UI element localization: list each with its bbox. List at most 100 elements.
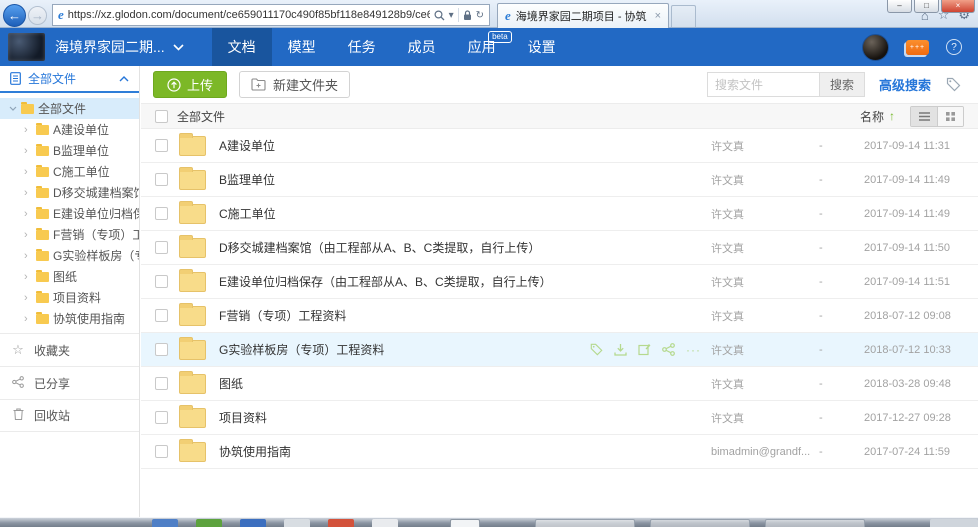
- tree-item[interactable]: › E建设单位归档保存（...: [0, 203, 139, 224]
- sort-by-name-button[interactable]: 名称: [860, 108, 884, 125]
- browser-forward-button[interactable]: →: [28, 6, 47, 25]
- file-row[interactable]: 图纸 ··· 许文真 - 2018-03-28 09: [141, 367, 978, 401]
- promo-badge-icon[interactable]: +++: [906, 40, 929, 55]
- tree-item[interactable]: › 图纸: [0, 266, 139, 287]
- chevron-right-icon[interactable]: ›: [24, 250, 32, 262]
- project-thumbnail[interactable]: [8, 33, 45, 61]
- file-name[interactable]: E建设单位归档保存（由工程部从A、B、C类提取，自行上传）: [219, 273, 711, 290]
- tree-item[interactable]: › 项目资料: [0, 287, 139, 308]
- search-input[interactable]: [707, 72, 820, 97]
- new-tab-button[interactable]: [671, 5, 696, 27]
- file-name[interactable]: 协筑使用指南: [219, 443, 711, 460]
- address-bar[interactable]: e https://xz.glodon.com/document/ce65901…: [52, 4, 490, 26]
- search-button[interactable]: 搜索: [820, 72, 865, 97]
- rename-icon[interactable]: [638, 343, 651, 356]
- file-row[interactable]: A建设单位 ··· 许文真 - 2017-09-14: [141, 129, 978, 163]
- file-row[interactable]: B监理单位 ··· 许文真 - 2017-09-14: [141, 163, 978, 197]
- taskbar-app-icon[interactable]: [240, 519, 266, 527]
- row-checkbox[interactable]: [155, 207, 168, 220]
- chevron-right-icon[interactable]: ›: [24, 208, 32, 220]
- folder-icon[interactable]: [179, 340, 206, 360]
- file-name[interactable]: B监理单位: [219, 171, 711, 188]
- nav-item-成员[interactable]: 成员: [392, 28, 452, 66]
- tree-item[interactable]: › F营销（专项）工程资料: [0, 224, 139, 245]
- chevron-right-icon[interactable]: ›: [24, 271, 32, 283]
- download-icon[interactable]: [614, 343, 627, 356]
- folder-icon[interactable]: [179, 272, 206, 292]
- row-checkbox[interactable]: [155, 445, 168, 458]
- search-dropdown-icon[interactable]: ▾: [449, 10, 454, 21]
- chevron-down-icon[interactable]: [9, 106, 17, 112]
- folder-icon[interactable]: [179, 204, 206, 224]
- file-name[interactable]: A建设单位: [219, 137, 711, 154]
- taskbar-app-icon[interactable]: [372, 519, 398, 527]
- tree-item[interactable]: › 协筑使用指南: [0, 308, 139, 329]
- project-switcher[interactable]: 海境界家园二期...: [55, 37, 184, 57]
- taskbar-app-icon[interactable]: [284, 519, 310, 527]
- folder-icon[interactable]: [179, 170, 206, 190]
- restore-button[interactable]: □: [914, 0, 939, 13]
- upload-button[interactable]: 上传: [153, 71, 227, 98]
- list-view-button[interactable]: [911, 107, 937, 126]
- taskbar-window-button[interactable]: [535, 519, 635, 527]
- file-row[interactable]: G实验样板房（专项）工程资料 ··· 许文真 - 2: [141, 333, 978, 367]
- minimize-button[interactable]: –: [887, 0, 912, 13]
- search-icon[interactable]: [434, 10, 445, 21]
- chevron-right-icon[interactable]: ›: [24, 313, 32, 325]
- select-all-checkbox[interactable]: [155, 110, 168, 123]
- file-name[interactable]: F营销（专项）工程资料: [219, 307, 711, 324]
- sidebar-item-favorites[interactable]: ☆ 收藏夹: [0, 333, 139, 366]
- row-checkbox[interactable]: [155, 411, 168, 424]
- nav-item-模型[interactable]: 模型: [272, 28, 332, 66]
- row-checkbox[interactable]: [155, 275, 168, 288]
- chevron-up-icon[interactable]: [119, 76, 129, 82]
- sidebar-section-all-files[interactable]: 全部文件: [0, 66, 139, 93]
- file-name[interactable]: C施工单位: [219, 205, 711, 222]
- folder-icon[interactable]: [179, 408, 206, 428]
- folder-icon[interactable]: [179, 136, 206, 156]
- file-row[interactable]: D移交城建档案馆（由工程部从A、B、C类提取，自行上传） ··· 许: [141, 231, 978, 265]
- chevron-right-icon[interactable]: ›: [24, 292, 32, 304]
- row-checkbox[interactable]: [155, 139, 168, 152]
- grid-view-button[interactable]: [937, 107, 963, 126]
- browser-back-button[interactable]: ←: [3, 4, 26, 27]
- chevron-right-icon[interactable]: ›: [24, 124, 32, 136]
- file-row[interactable]: 协筑使用指南 ··· bimadmin@grandf...: [141, 435, 978, 469]
- row-checkbox[interactable]: [155, 241, 168, 254]
- file-row[interactable]: E建设单位归档保存（由工程部从A、B、C类提取，自行上传） ···: [141, 265, 978, 299]
- share-icon[interactable]: [662, 343, 675, 356]
- folder-icon[interactable]: [179, 442, 206, 462]
- browser-tab[interactable]: e 海境界家园二期项目 - 协筑 ×: [497, 3, 669, 28]
- sidebar-item-shared[interactable]: 已分享: [0, 366, 139, 399]
- folder-icon[interactable]: [179, 306, 206, 326]
- taskbar-app-icon[interactable]: [450, 519, 480, 527]
- tree-item[interactable]: › B监理单位: [0, 140, 139, 161]
- chevron-right-icon[interactable]: ›: [24, 145, 32, 157]
- chevron-right-icon[interactable]: ›: [24, 187, 32, 199]
- tree-item-root[interactable]: 全部文件: [0, 98, 139, 119]
- file-row[interactable]: 项目资料 ··· 许文真 - 2017-12-27: [141, 401, 978, 435]
- close-button[interactable]: ×: [941, 0, 975, 13]
- nav-item-设置[interactable]: 设置: [512, 28, 572, 66]
- folder-icon[interactable]: [179, 374, 206, 394]
- file-row[interactable]: F营销（专项）工程资料 ··· 许文真 - 2018: [141, 299, 978, 333]
- refresh-icon[interactable]: ↻: [476, 10, 484, 21]
- chevron-right-icon[interactable]: ›: [24, 166, 32, 178]
- tree-item[interactable]: › C施工单位: [0, 161, 139, 182]
- taskbar-window-button[interactable]: [765, 519, 865, 527]
- file-name[interactable]: 项目资料: [219, 409, 711, 426]
- file-name[interactable]: 图纸: [219, 375, 711, 392]
- taskbar-app-icon[interactable]: [328, 519, 354, 527]
- nav-item-任务[interactable]: 任务: [332, 28, 392, 66]
- row-checkbox[interactable]: [155, 173, 168, 186]
- user-avatar[interactable]: [862, 34, 889, 61]
- tag-filter-button[interactable]: [946, 77, 961, 92]
- sidebar-item-recycle-bin[interactable]: 回收站: [0, 399, 139, 432]
- taskbar-tray[interactable]: [930, 519, 978, 527]
- advanced-search-link[interactable]: 高级搜索: [879, 75, 931, 94]
- tree-item[interactable]: › G实验样板房（专项）...: [0, 245, 139, 266]
- tree-item[interactable]: › D移交城建档案馆（由...: [0, 182, 139, 203]
- row-checkbox[interactable]: [155, 343, 168, 356]
- file-name[interactable]: D移交城建档案馆（由工程部从A、B、C类提取，自行上传）: [219, 239, 711, 256]
- row-checkbox[interactable]: [155, 377, 168, 390]
